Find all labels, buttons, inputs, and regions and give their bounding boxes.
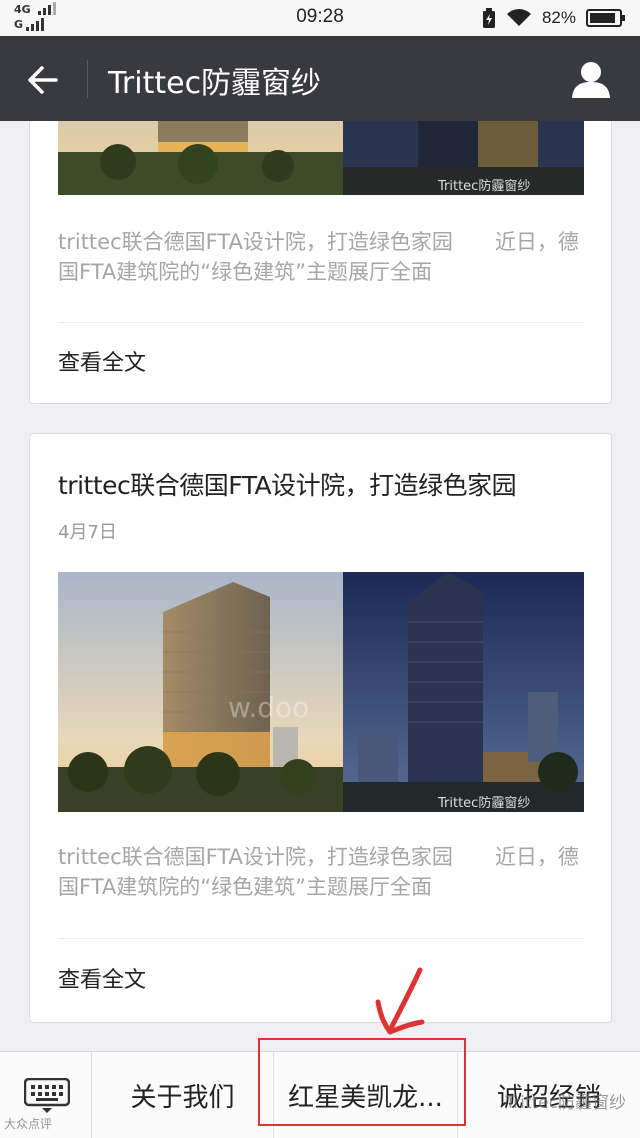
watermark-left: 大众点评 (4, 1117, 53, 1131)
user-icon[interactable] (570, 58, 612, 100)
article-description: trittec联合德国FTA设计院，打造绿色家园 近日，德国FTA建筑院的“绿色… (58, 845, 579, 899)
watermark: Trittec防霾窗纱 (505, 1093, 626, 1113)
article-date: 4月7日 (58, 522, 117, 543)
menu-item-about-us[interactable]: 关于我们 (92, 1052, 274, 1138)
article-image[interactable]: w.doo Trittec防霾窗纱 (58, 572, 584, 812)
battery-percent: 82% (541, 8, 576, 27)
article-image-graphic: w.doo Trittec防霾窗纱 (58, 572, 584, 812)
annotation-highlight-box (258, 1038, 466, 1126)
image-caption: Trittec防霾窗纱 (437, 178, 530, 194)
status-right-group: 82% (482, 6, 626, 30)
annotation-arrow-icon (375, 967, 425, 1035)
article-card[interactable]: Trittec防霾窗纱 trittec联合德国FTA设计院，打造绿色家园 近日，… (29, 121, 612, 404)
article-list[interactable]: Trittec防霾窗纱 trittec联合德国FTA设计院，打造绿色家园 近日，… (0, 121, 640, 1051)
article-image[interactable]: Trittec防霾窗纱 (58, 121, 584, 195)
status-bar: 4G G 09:28 82% (0, 0, 640, 36)
image-caption: Trittec防霾窗纱 (437, 795, 530, 811)
charging-icon (482, 8, 495, 28)
card-divider (58, 322, 584, 323)
svg-text:w.doo: w.doo (228, 691, 309, 724)
nav-divider (87, 60, 88, 98)
read-more-link[interactable]: 查看全文 (58, 962, 146, 994)
article-description: trittec联合德国FTA设计院，打造绿色家园 近日，德国FTA建筑院的“绿色… (58, 230, 579, 284)
nav-bar: Trittec防霾窗纱 (0, 36, 640, 121)
page-title: Trittec防霾窗纱 (108, 66, 322, 101)
article-card[interactable]: trittec联合德国FTA设计院，打造绿色家园 4月7日 w.doo Trit… (29, 433, 612, 1023)
wifi-icon (506, 9, 531, 26)
back-arrow-icon[interactable] (22, 60, 62, 100)
article-image-graphic: Trittec防霾窗纱 (58, 121, 584, 195)
keyboard-icon (24, 1078, 70, 1113)
read-more-link[interactable]: 查看全文 (58, 345, 146, 377)
article-title[interactable]: trittec联合德国FTA设计院，打造绿色家园 (58, 466, 517, 502)
battery-icon (586, 9, 625, 27)
card-divider (58, 938, 584, 939)
